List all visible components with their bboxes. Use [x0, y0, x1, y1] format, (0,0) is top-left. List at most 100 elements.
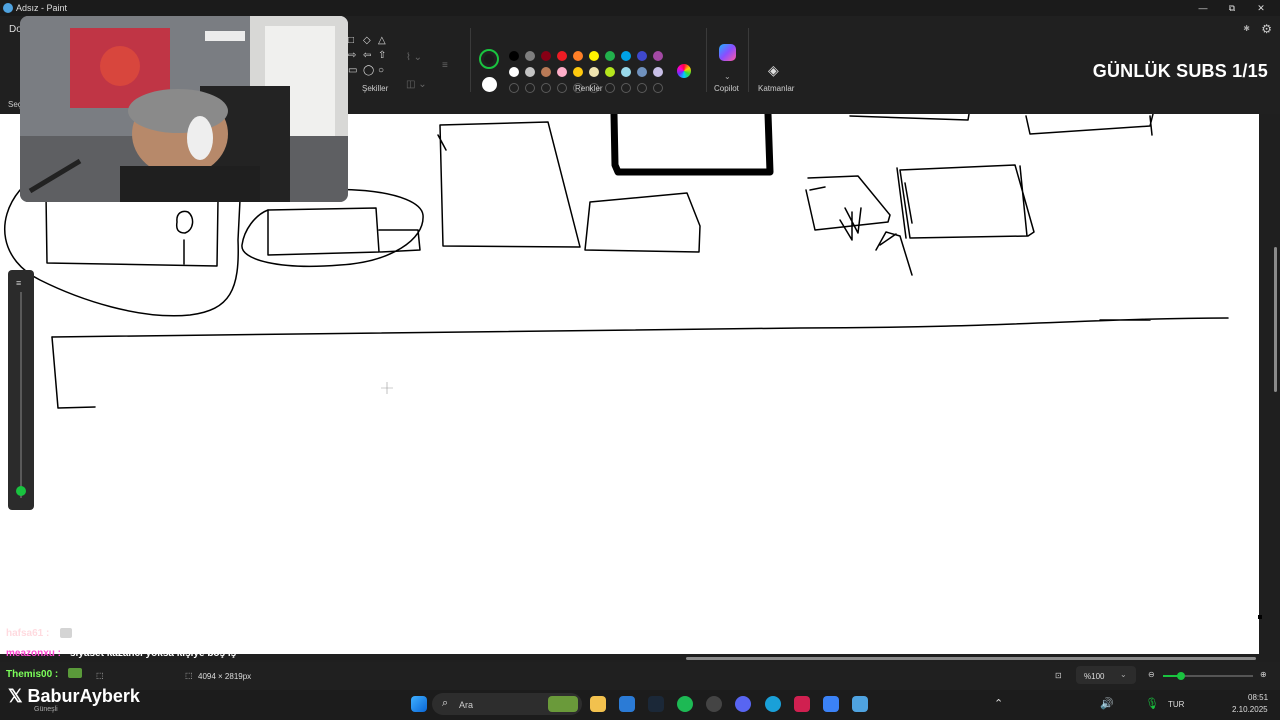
color-swatch[interactable]: [621, 67, 631, 77]
paint-taskbar-icon[interactable]: [852, 696, 868, 712]
color-swatch[interactable]: [557, 51, 567, 61]
spotify-icon[interactable]: [677, 696, 693, 712]
clock-date[interactable]: 2.10.2025: [1232, 705, 1268, 714]
callout-shape-icon[interactable]: ▭: [348, 66, 357, 76]
custom-color-slot[interactable]: [557, 83, 567, 93]
color-swatch[interactable]: [637, 67, 647, 77]
scrollbar-thumb[interactable]: [1274, 247, 1277, 392]
chat-message: siyaset kazancı yoksa kişiye boş iş: [70, 648, 237, 659]
arrow-right-shape-icon[interactable]: ⇨: [348, 51, 356, 61]
color-swatch[interactable]: [573, 51, 583, 61]
custom-color-slot[interactable]: [653, 83, 663, 93]
color-swatch[interactable]: [653, 67, 663, 77]
notepad-icon[interactable]: [823, 696, 839, 712]
slider-knob[interactable]: [16, 486, 26, 496]
slider-track[interactable]: [20, 292, 22, 498]
custom-color-slot[interactable]: [621, 83, 631, 93]
zoom-knob[interactable]: [1177, 672, 1185, 680]
custom-color-slot[interactable]: [605, 83, 615, 93]
custom-color-slot[interactable]: [509, 83, 519, 93]
color-swatch[interactable]: [525, 67, 535, 77]
search-highlight-icon[interactable]: [548, 696, 578, 712]
title-bar: Adsız - Paint — ⧉ ✕: [0, 0, 1280, 16]
color-swatch[interactable]: [637, 51, 647, 61]
volume-icon[interactable]: 🔊: [1100, 697, 1114, 710]
store-icon[interactable]: [619, 696, 635, 712]
canvas-size: 4094 × 2819px: [198, 672, 252, 681]
fill-icon[interactable]: ◫ ⌄: [406, 79, 427, 90]
color-wheel-icon[interactable]: [677, 64, 691, 78]
app-icon[interactable]: [794, 696, 810, 712]
color-swatch[interactable]: [509, 51, 519, 61]
steam-icon[interactable]: [648, 696, 664, 712]
copilot-icon[interactable]: [719, 44, 736, 61]
language-indicator[interactable]: TUR: [1168, 700, 1184, 709]
layers-label[interactable]: Katmanlar: [758, 84, 794, 93]
zoom-in-icon[interactable]: ⊕: [1260, 670, 1267, 679]
arrow-left-shape-icon[interactable]: ⇦: [363, 51, 371, 61]
color-swatch[interactable]: [605, 67, 615, 77]
rectangle-shape-icon[interactable]: □: [348, 36, 354, 46]
minimize-button[interactable]: —: [1196, 2, 1210, 14]
color-swatch[interactable]: [525, 51, 535, 61]
fit-to-window-icon[interactable]: ⊡: [1055, 671, 1062, 680]
color-swatch[interactable]: [509, 67, 519, 77]
ribbon-divider: [470, 28, 471, 92]
edge-icon[interactable]: [765, 696, 781, 712]
zoom-value: %100: [1084, 672, 1105, 681]
chat-user: hafsa61 :: [6, 628, 50, 639]
primary-color-swatch: [484, 54, 494, 64]
copilot-label[interactable]: Copilot: [714, 84, 739, 93]
zoom-slider-overlay[interactable]: ≡: [8, 270, 34, 510]
color-swatch[interactable]: [653, 51, 663, 61]
gear-icon[interactable]: ⚙: [1261, 22, 1272, 36]
paint-app-icon: [3, 3, 13, 13]
color-1-selector[interactable]: [479, 49, 499, 69]
zoom-dropdown[interactable]: %100 ⌄: [1076, 666, 1136, 684]
status-bar: ⬚ ⬚ 4094 × 2819px ⊡ %100 ⌄ ⊖ ⊕: [0, 662, 1280, 690]
custom-color-slot[interactable]: [541, 83, 551, 93]
custom-color-slot[interactable]: [525, 83, 535, 93]
notification-icon[interactable]: ✱: [1243, 24, 1250, 33]
ribbon-divider: [748, 28, 749, 92]
streamer-logo: 𝕏 BaburAyberk: [8, 686, 140, 706]
color-2-selector[interactable]: [482, 77, 497, 92]
microphone-icon[interactable]: 🎙: [1145, 697, 1159, 710]
chevron-up-icon[interactable]: ⌃: [994, 697, 1003, 710]
app-icon[interactable]: [706, 696, 722, 712]
polygon-shape-icon[interactable]: ◇: [363, 36, 371, 46]
color-swatch[interactable]: [589, 51, 599, 61]
cloud-callout-shape-icon[interactable]: ○: [378, 66, 384, 76]
search-icon: ⌕: [442, 697, 449, 709]
file-explorer-icon[interactable]: [590, 696, 606, 712]
shapes-gallery[interactable]: □ ◇ △ ⇨ ⇦ ⇧ ▭ ◯ ○: [346, 34, 392, 88]
webcam-overlay: [20, 16, 348, 202]
scrollbar-thumb[interactable]: [686, 657, 1256, 660]
vertical-scrollbar[interactable]: [1270, 114, 1280, 654]
chevron-down-icon[interactable]: ⌄: [724, 72, 731, 81]
triangle-shape-icon[interactable]: △: [378, 36, 386, 46]
custom-color-slot[interactable]: [637, 83, 647, 93]
shapes-group-label: Şekiller: [362, 84, 389, 93]
restore-button[interactable]: ⧉: [1225, 2, 1239, 14]
canvas-resize-handle[interactable]: [1258, 615, 1262, 619]
close-button[interactable]: ✕: [1254, 2, 1268, 14]
arrow-up-shape-icon[interactable]: ⇧: [378, 51, 386, 61]
search-placeholder: Ara: [459, 700, 474, 710]
color-swatch[interactable]: [541, 67, 551, 77]
clock-time[interactable]: 08:51: [1248, 693, 1268, 702]
size-icon[interactable]: ≡: [442, 60, 448, 71]
windows-start-icon[interactable]: [411, 696, 427, 712]
color-swatch[interactable]: [541, 51, 551, 61]
color-swatch[interactable]: [557, 67, 567, 77]
oval-callout-shape-icon[interactable]: ◯: [363, 66, 374, 76]
layers-icon[interactable]: ◈: [768, 62, 779, 79]
color-swatch[interactable]: [573, 67, 583, 77]
zoom-out-icon[interactable]: ⊖: [1148, 670, 1155, 679]
color-swatch[interactable]: [621, 51, 631, 61]
color-swatch[interactable]: [589, 67, 599, 77]
color-swatch[interactable]: [605, 51, 615, 61]
colors-group-label: Renkler: [575, 84, 603, 93]
outline-icon[interactable]: ⌇ ⌄: [406, 52, 422, 63]
discord-icon[interactable]: [735, 696, 751, 712]
